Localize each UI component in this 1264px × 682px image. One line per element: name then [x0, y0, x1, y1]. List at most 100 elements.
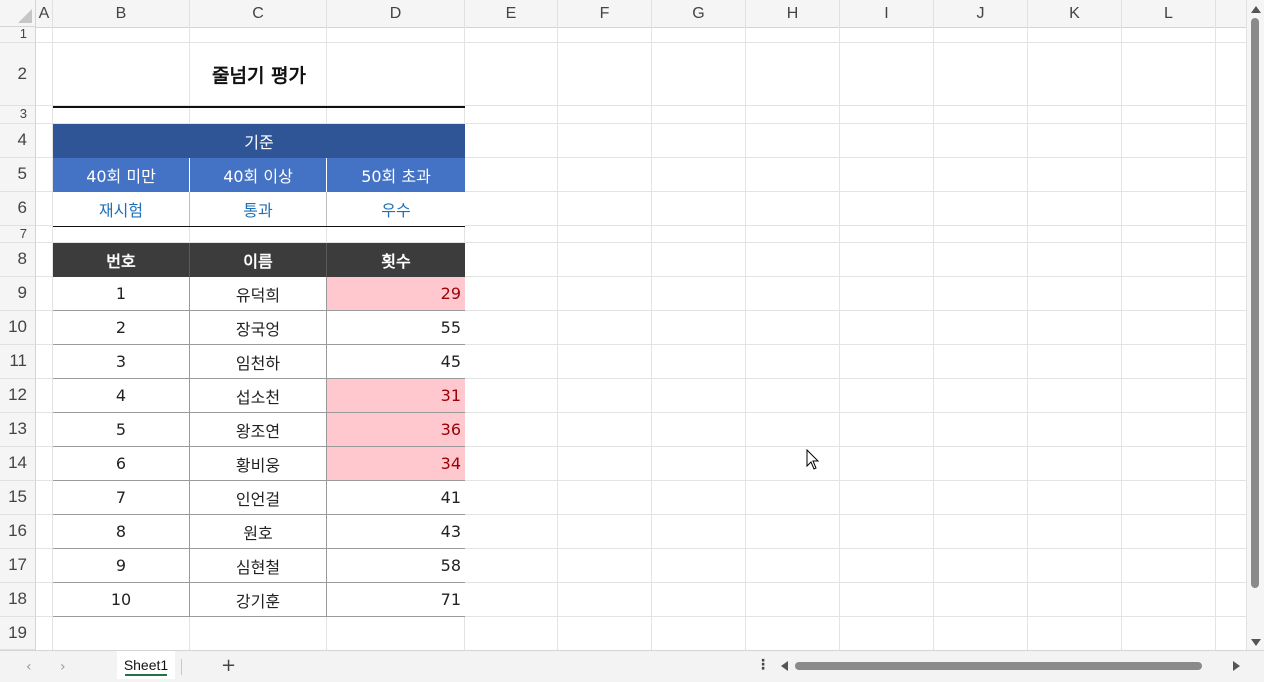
column-header-d[interactable]: D — [327, 0, 465, 27]
criteria-underline — [53, 226, 465, 227]
table-cell-count[interactable]: 45 — [327, 345, 465, 379]
prev-sheet-icon[interactable]: ‹ — [26, 659, 32, 675]
scroll-down-icon[interactable] — [1251, 639, 1261, 646]
gridline-vertical — [1027, 27, 1028, 650]
column-header-g[interactable]: G — [652, 0, 746, 27]
table-cell-number[interactable]: 2 — [53, 311, 190, 345]
row-header-13[interactable]: 13 — [0, 413, 36, 447]
vertical-scroll-thumb[interactable] — [1251, 18, 1259, 588]
table-cell-name[interactable]: 원호 — [190, 515, 327, 549]
sheet-tab-bar: ‹ › Sheet1 + ⋮ — [0, 650, 1264, 682]
column-header-k[interactable]: K — [1028, 0, 1122, 27]
criteria-result[interactable]: 우수 — [327, 192, 465, 226]
column-header-e[interactable]: E — [465, 0, 558, 27]
table-cell-number[interactable]: 5 — [53, 413, 190, 447]
active-tab-underline — [125, 674, 167, 676]
row-header-1[interactable]: 1 — [0, 26, 36, 43]
gridline-vertical — [839, 27, 840, 650]
scroll-up-icon[interactable] — [1251, 6, 1261, 13]
sheet-title[interactable]: 줄넘기 평가 — [53, 43, 465, 106]
column-header-a[interactable]: A — [36, 0, 53, 27]
scroll-left-icon[interactable] — [781, 661, 788, 671]
table-cell-count[interactable]: 71 — [327, 583, 465, 617]
row-header-6[interactable]: 6 — [0, 192, 36, 226]
table-cell-count[interactable]: 36 — [327, 413, 465, 447]
mouse-pointer-icon — [806, 449, 820, 470]
gridline-vertical — [933, 27, 934, 650]
table-cell-number[interactable]: 9 — [53, 549, 190, 583]
row-header-19[interactable]: 19 — [0, 617, 36, 650]
table-cell-name[interactable]: 장국엉 — [190, 311, 327, 345]
table-cell-name[interactable]: 임천하 — [190, 345, 327, 379]
gridline-vertical — [651, 27, 652, 650]
row-header-5[interactable]: 5 — [0, 158, 36, 192]
select-all-corner[interactable] — [0, 0, 36, 27]
more-options-icon[interactable]: ⋮ — [756, 657, 770, 673]
gridline-vertical — [557, 27, 558, 650]
table-cell-name[interactable]: 왕조연 — [190, 413, 327, 447]
scroll-right-icon[interactable] — [1233, 661, 1240, 671]
row-header-8[interactable]: 8 — [0, 243, 36, 277]
column-header-b[interactable]: B — [53, 0, 190, 27]
table-cell-count[interactable]: 41 — [327, 481, 465, 515]
column-header-j[interactable]: J — [934, 0, 1028, 27]
table-cell-name[interactable]: 심현철 — [190, 549, 327, 583]
table-header-no[interactable]: 번호 — [53, 243, 190, 277]
column-header-c[interactable]: C — [190, 0, 327, 27]
table-cell-name[interactable]: 섭소천 — [190, 379, 327, 413]
table-cell-name[interactable]: 강기훈 — [190, 583, 327, 617]
row-header-3[interactable]: 3 — [0, 106, 36, 124]
row-header-2[interactable]: 2 — [0, 43, 36, 106]
row-header-9[interactable]: 9 — [0, 277, 36, 311]
table-cell-number[interactable]: 7 — [53, 481, 190, 515]
table-cell-count[interactable]: 31 — [327, 379, 465, 413]
table-header-count[interactable]: 횟수 — [327, 243, 465, 277]
column-header-f[interactable]: F — [558, 0, 652, 27]
gridline-vertical — [745, 27, 746, 650]
column-header-h[interactable]: H — [746, 0, 840, 27]
table-cell-count[interactable]: 29 — [327, 277, 465, 311]
horizontal-scroll-thumb[interactable] — [795, 662, 1202, 670]
criteria-level[interactable]: 50회 초과 — [327, 158, 465, 192]
column-header-i[interactable]: I — [840, 0, 934, 27]
table-cell-number[interactable]: 1 — [53, 277, 190, 311]
criteria-level[interactable]: 40회 이상 — [190, 158, 327, 192]
table-cell-number[interactable]: 6 — [53, 447, 190, 481]
spreadsheet-grid[interactable]: ABCDEFGHIJKL 1 2 3 4 5 6 7 8 9 10 11 12 13 14 15 16 17 18… — [0, 0, 1264, 650]
tab-divider — [181, 659, 182, 675]
row-header-16[interactable]: 16 — [0, 515, 36, 549]
table-cell-count[interactable]: 55 — [327, 311, 465, 345]
table-cell-name[interactable]: 인언걸 — [190, 481, 327, 515]
table-cell-name[interactable]: 유덕희 — [190, 277, 327, 311]
title-underline — [53, 106, 465, 108]
row-header-18[interactable]: 18 — [0, 583, 36, 617]
sheet-tab-label: Sheet1 — [123, 657, 169, 673]
row-header-17[interactable]: 17 — [0, 549, 36, 583]
table-cell-count[interactable]: 58 — [327, 549, 465, 583]
row-header-12[interactable]: 12 — [0, 379, 36, 413]
criteria-result[interactable]: 재시험 — [53, 192, 190, 226]
criteria-result[interactable]: 통과 — [190, 192, 327, 226]
column-header-l[interactable]: L — [1122, 0, 1216, 27]
table-header-name[interactable]: 이름 — [190, 243, 327, 277]
table-cell-number[interactable]: 10 — [53, 583, 190, 617]
table-cell-number[interactable]: 4 — [53, 379, 190, 413]
gridline-vertical — [1121, 27, 1122, 650]
sheet-tab-sheet1[interactable]: Sheet1 — [117, 651, 175, 679]
table-cell-name[interactable]: 황비웅 — [190, 447, 327, 481]
table-cell-number[interactable]: 3 — [53, 345, 190, 379]
row-header-15[interactable]: 15 — [0, 481, 36, 515]
table-cell-number[interactable]: 8 — [53, 515, 190, 549]
row-header-10[interactable]: 10 — [0, 311, 36, 345]
criteria-header[interactable]: 기준 — [53, 124, 465, 158]
row-header-4[interactable]: 4 — [0, 124, 36, 158]
row-header-7[interactable]: 7 — [0, 226, 36, 243]
vertical-scrollbar[interactable] — [1246, 0, 1264, 650]
table-cell-count[interactable]: 34 — [327, 447, 465, 481]
row-header-11[interactable]: 11 — [0, 345, 36, 379]
next-sheet-icon[interactable]: › — [60, 659, 66, 675]
row-header-14[interactable]: 14 — [0, 447, 36, 481]
add-sheet-button[interactable]: + — [221, 655, 236, 676]
criteria-level[interactable]: 40회 미만 — [53, 158, 190, 192]
table-cell-count[interactable]: 43 — [327, 515, 465, 549]
